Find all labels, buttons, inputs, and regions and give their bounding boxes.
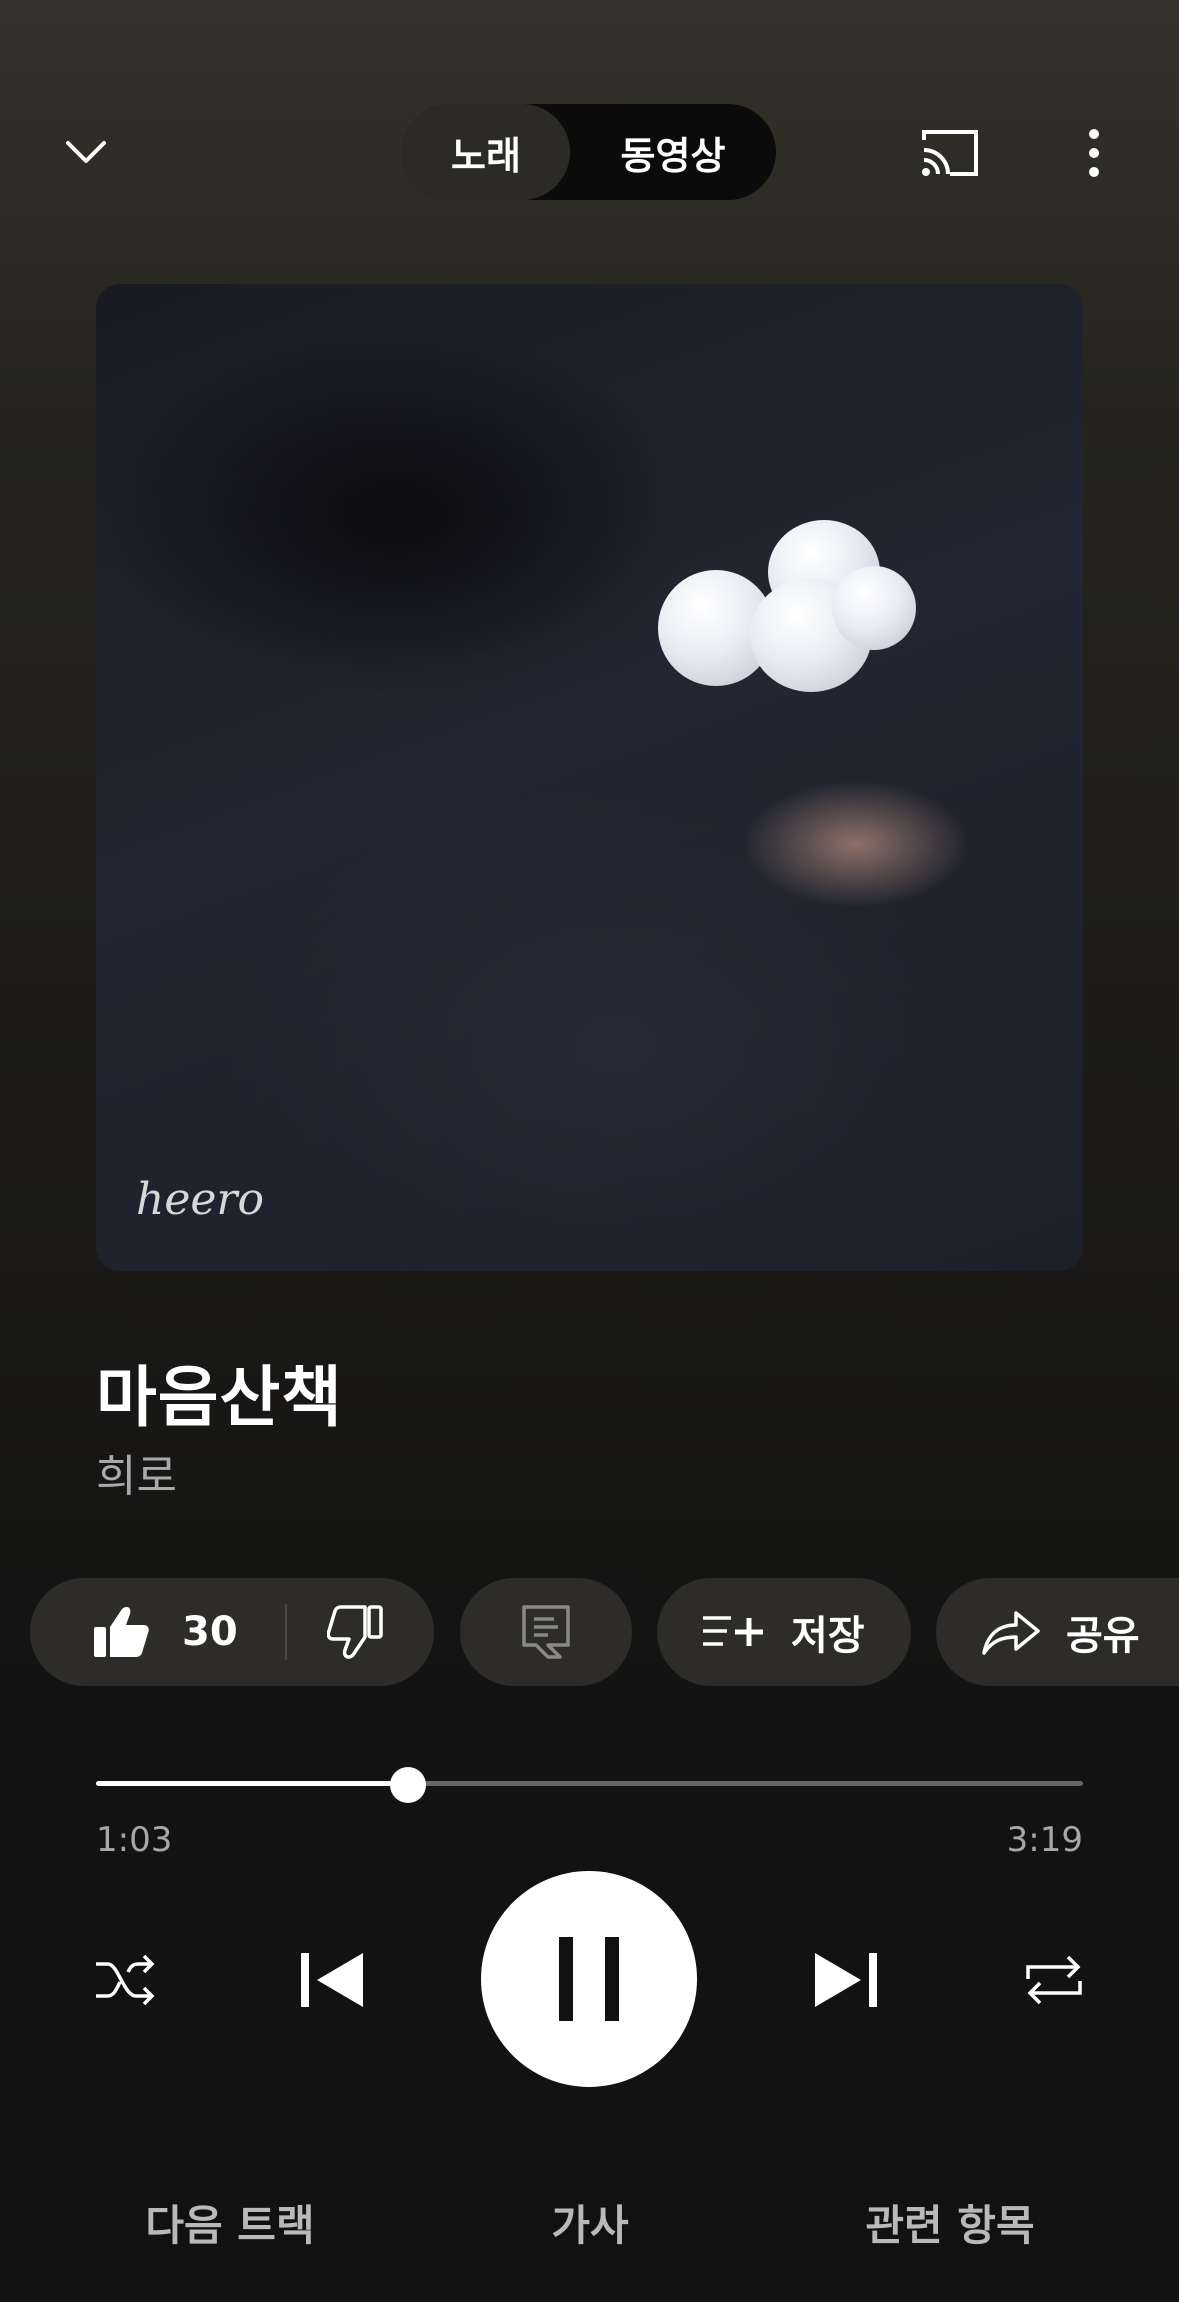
comments-button[interactable]: [460, 1578, 632, 1686]
previous-button[interactable]: [290, 1940, 374, 2020]
dislike-button[interactable]: [300, 1578, 410, 1686]
skip-previous-icon: [301, 1953, 363, 2007]
tab-lyrics[interactable]: 가사: [480, 2192, 700, 2253]
pill-divider: [285, 1604, 287, 1660]
thumb-up-icon: [94, 1606, 149, 1657]
next-button[interactable]: [804, 1940, 888, 2020]
save-button[interactable]: 저장: [657, 1578, 911, 1686]
album-art-signature: heero: [136, 1174, 264, 1225]
more-options-button[interactable]: [1066, 118, 1122, 188]
share-button[interactable]: 공유: [936, 1578, 1179, 1686]
track-title: 마음산책: [96, 1359, 343, 1436]
repeat-icon: [1026, 1955, 1082, 2005]
shuffle-button[interactable]: [86, 1942, 166, 2018]
repeat-button[interactable]: [1012, 1942, 1096, 2018]
album-art-ball: [832, 566, 916, 650]
cast-button[interactable]: [910, 118, 990, 188]
album-art: heero: [96, 284, 1083, 1271]
playlist-add-icon: [703, 1616, 763, 1646]
more-vert-icon: [1089, 129, 1099, 177]
thumb-down-icon: [327, 1605, 383, 1659]
comment-icon: [522, 1605, 570, 1659]
total-time: 3:19: [1006, 1820, 1083, 1860]
elapsed-time: 1:03: [96, 1820, 173, 1860]
like-button[interactable]: 30: [30, 1578, 282, 1686]
song-video-toggle: 노래 동영상: [402, 104, 776, 200]
progress-scrubber[interactable]: [390, 1767, 426, 1803]
pause-icon: [559, 1937, 619, 2021]
play-pause-button[interactable]: [481, 1871, 697, 2087]
shuffle-icon: [96, 1954, 155, 2006]
like-dislike-pill: 30: [30, 1578, 434, 1686]
track-artist[interactable]: 희로: [96, 1440, 177, 1504]
cast-icon: [922, 130, 978, 176]
share-icon: [982, 1611, 1040, 1655]
progress-fill: [96, 1781, 408, 1786]
tab-song[interactable]: 노래: [402, 104, 570, 200]
save-label: 저장: [791, 1613, 865, 1659]
skip-next-icon: [815, 1953, 877, 2007]
like-count: 30: [182, 1609, 238, 1655]
tab-related[interactable]: 관련 항목: [840, 2192, 1060, 2253]
tab-up-next[interactable]: 다음 트랙: [110, 2192, 350, 2253]
collapse-button[interactable]: [52, 118, 120, 186]
tab-video[interactable]: 동영상: [570, 104, 776, 200]
share-label: 공유: [1066, 1613, 1140, 1659]
chevron-down-icon: [66, 141, 106, 163]
